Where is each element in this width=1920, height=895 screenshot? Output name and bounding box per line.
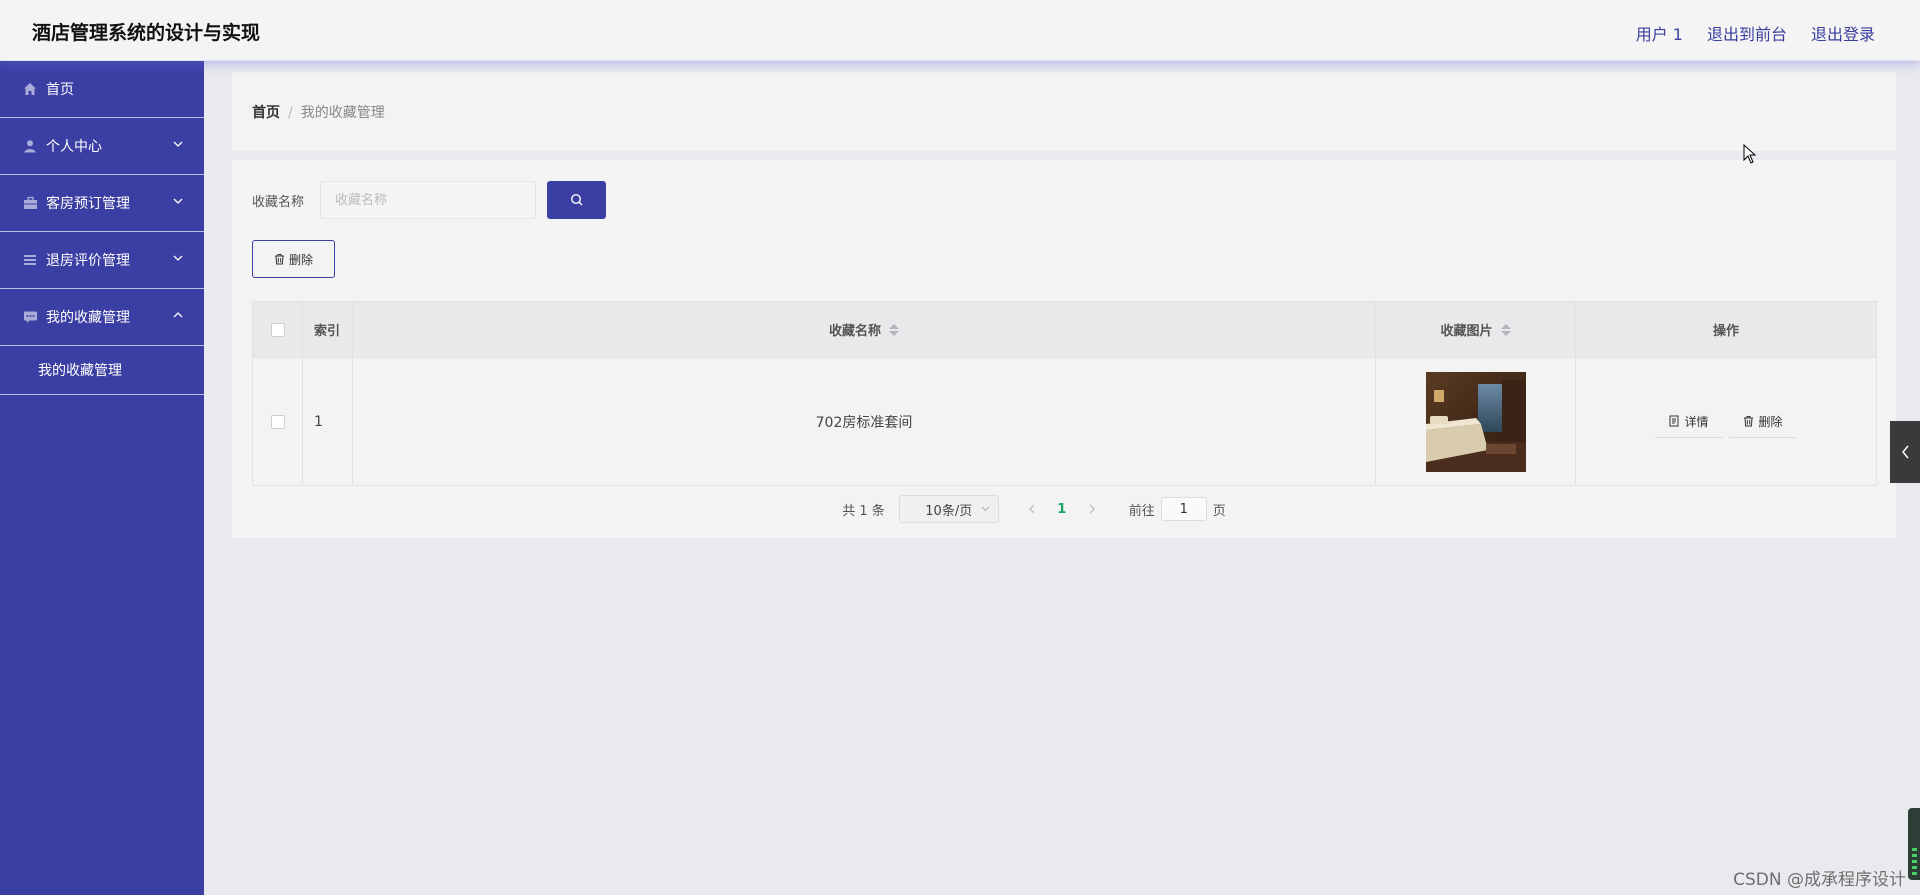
row-delete-button[interactable]: 删除 [1728, 406, 1797, 438]
row-delete-label: 删除 [1758, 414, 1783, 429]
batch-delete-label: 删除 [288, 252, 313, 267]
sidebar: 首页 个人中心 客房预订管理 退房评价管理 我的收藏管理 我的收藏管理 [0, 61, 204, 895]
row-image-cell [1376, 358, 1576, 485]
chevron-down-icon [173, 198, 183, 204]
chevron-up-icon [173, 312, 183, 318]
header-checkbox-cell [253, 302, 303, 357]
chat-icon [22, 309, 38, 325]
batch-delete-button[interactable]: 删除 [252, 240, 335, 278]
sidebar-item-label: 首页 [46, 82, 74, 98]
breadcrumb-current: 我的收藏管理 [300, 105, 385, 121]
main-content: 收藏名称 删除 索引 收藏名称 收藏图片 操作 [232, 160, 1896, 538]
next-page-button[interactable] [1077, 495, 1107, 523]
user-icon [22, 138, 38, 154]
back-to-front-link[interactable]: 退出到前台 [1707, 21, 1787, 45]
chevron-right-icon [1089, 504, 1095, 514]
mouse-cursor-icon [1743, 144, 1757, 164]
breadcrumb-home[interactable]: 首页 [252, 105, 280, 121]
header-actions-label: 操作 [1712, 324, 1739, 339]
side-panel-toggle[interactable] [1890, 421, 1920, 483]
chevron-down-icon [981, 506, 990, 512]
sidebar-item-label: 客房预订管理 [46, 196, 130, 212]
sidebar-item-label: 我的收藏管理 [46, 310, 130, 326]
chevron-left-icon [1028, 504, 1035, 514]
row-checkbox[interactable] [270, 414, 285, 429]
header-index-label: 索引 [314, 324, 341, 339]
row-actions-cell: 详情 删除 [1576, 358, 1876, 485]
detail-button-label: 详情 [1684, 414, 1709, 429]
header-actions: 用户 1 退出到前台 退出登录 [1636, 21, 1875, 45]
sort-icon[interactable] [1500, 323, 1511, 336]
user-name-link[interactable]: 用户 1 [1636, 21, 1683, 45]
header-index: 索引 [303, 302, 353, 357]
search-button[interactable] [547, 181, 606, 219]
row-checkbox-cell [253, 358, 303, 485]
header-name[interactable]: 收藏名称 [353, 302, 1376, 357]
page-size-value: 10条/页 [925, 503, 973, 519]
trash-icon [274, 254, 284, 265]
search-input[interactable] [320, 181, 536, 219]
home-icon [22, 81, 38, 97]
table-header: 索引 收藏名称 收藏图片 操作 [253, 302, 1876, 358]
sort-icon[interactable] [889, 323, 899, 336]
sidebar-item-personal-center[interactable]: 个人中心 [0, 118, 204, 175]
goto-page: 前往 页 [1129, 497, 1226, 521]
row-name-cell: 702房标准套间 [353, 358, 1376, 485]
list-icon [22, 252, 38, 268]
chevron-left-icon [1901, 445, 1909, 459]
goto-page-input[interactable] [1160, 497, 1207, 521]
total-count: 共 1 条 [842, 503, 885, 519]
row-name: 702房标准套间 [815, 414, 913, 431]
briefcase-icon [22, 195, 38, 211]
watermark: CSDN @成承程序设计 [1733, 870, 1906, 890]
favorites-table: 索引 收藏名称 收藏图片 操作 1 702房标准套间 详情 删除 [252, 301, 1877, 486]
header-name-label: 收藏名称 [828, 324, 881, 339]
row-index: 1 [314, 413, 323, 430]
header-image-label: 收藏图片 [1440, 324, 1493, 339]
performance-meter-widget [1908, 808, 1920, 880]
detail-button[interactable]: 详情 [1655, 406, 1723, 438]
header-image[interactable]: 收藏图片 [1376, 302, 1576, 357]
chevron-down-icon [173, 141, 183, 147]
sidebar-item-label: 退房评价管理 [46, 253, 130, 269]
breadcrumb: 首页 / 我的收藏管理 [252, 102, 385, 122]
trash-icon [1743, 416, 1753, 427]
top-header: 酒店管理系统的设计与实现 用户 1 退出到前台 退出登录 [0, 0, 1920, 61]
pagination: 共 1 条 10条/页 1 前往 页 [232, 495, 1896, 523]
submenu-my-favorites[interactable]: 我的收藏管理 [0, 346, 204, 395]
chevron-down-icon [173, 255, 183, 261]
room-thumbnail-image[interactable] [1425, 371, 1526, 472]
sidebar-item-checkout-review[interactable]: 退房评价管理 [0, 232, 204, 289]
breadcrumb-separator: / [288, 105, 293, 121]
sidebar-item-my-favorites[interactable]: 我的收藏管理 [0, 289, 204, 346]
search-label: 收藏名称 [252, 195, 305, 210]
table-row: 1 702房标准套间 详情 删除 [253, 358, 1876, 485]
sidebar-item-home[interactable]: 首页 [0, 61, 204, 118]
row-index-cell: 1 [303, 358, 353, 485]
sidebar-item-label: 个人中心 [46, 139, 102, 155]
page-number-current[interactable]: 1 [1047, 495, 1077, 523]
app-title: 酒店管理系统的设计与实现 [32, 22, 261, 44]
breadcrumb-card: 首页 / 我的收藏管理 [232, 72, 1896, 151]
select-all-checkbox[interactable] [270, 322, 285, 337]
search-icon [570, 193, 582, 206]
prev-page-button[interactable] [1017, 495, 1047, 523]
page-size-select[interactable]: 10条/页 [898, 495, 999, 523]
sidebar-item-room-booking[interactable]: 客房预订管理 [0, 175, 204, 232]
document-icon [1669, 415, 1679, 427]
goto-prefix: 前往 [1128, 503, 1155, 519]
logout-link[interactable]: 退出登录 [1811, 21, 1875, 45]
goto-suffix: 页 [1212, 503, 1226, 519]
header-actions: 操作 [1576, 302, 1876, 357]
